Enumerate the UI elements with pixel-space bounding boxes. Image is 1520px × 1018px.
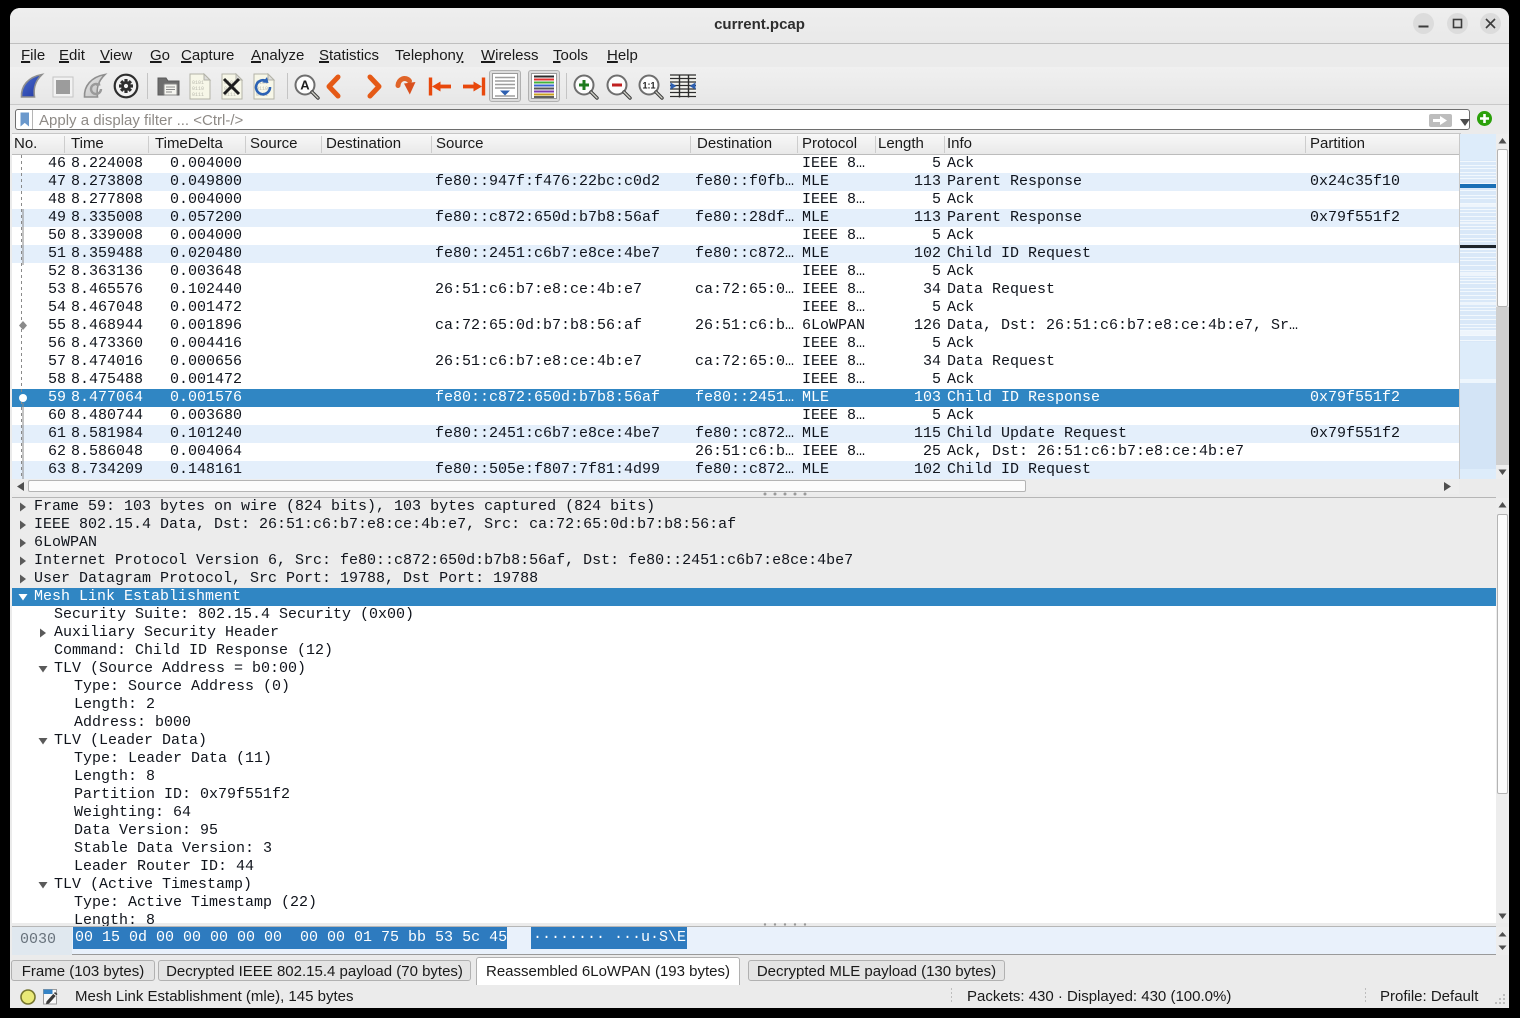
svg-text:0111: 0111 xyxy=(192,92,204,98)
svg-text:1:1: 1:1 xyxy=(642,81,655,91)
svg-text:A: A xyxy=(300,78,310,93)
